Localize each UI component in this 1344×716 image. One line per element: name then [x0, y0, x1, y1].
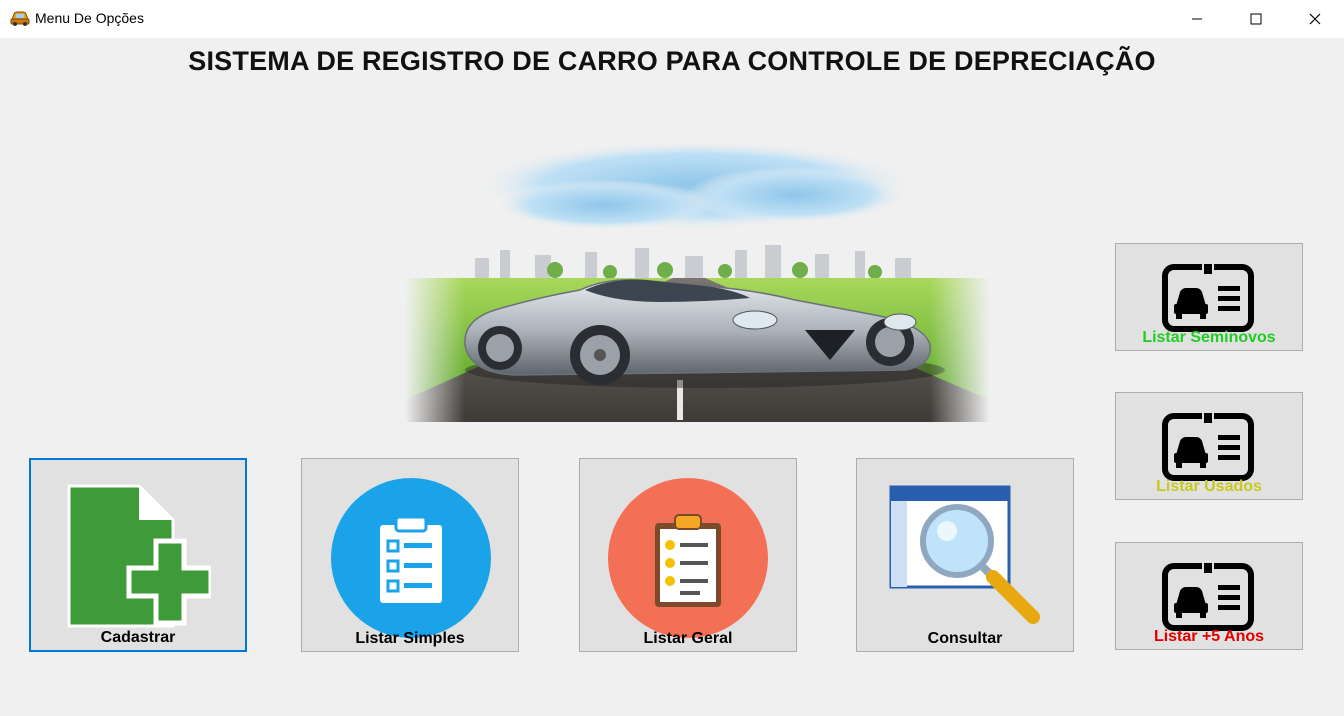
cadastrar-button[interactable]: Cadastrar	[29, 458, 247, 652]
car-app-icon	[10, 11, 30, 26]
window-title: Menu De Opções	[35, 10, 144, 26]
magnifier-window-icon	[889, 485, 1040, 624]
consultar-label: Consultar	[927, 630, 1003, 647]
checklist-icon	[608, 478, 768, 638]
car-id-card-icon	[1162, 264, 1254, 332]
close-icon	[1309, 13, 1321, 25]
listar-simples-button[interactable]: Listar Simples	[301, 458, 519, 652]
car-id-card-icon	[1162, 413, 1254, 481]
listar-geral-button[interactable]: Listar Geral	[579, 458, 797, 652]
close-button[interactable]	[1286, 0, 1344, 38]
car-hero-image	[405, 140, 990, 422]
listar-geral-label: Listar Geral	[643, 630, 733, 647]
car-id-card-icon	[1162, 563, 1254, 631]
minimize-button[interactable]	[1168, 0, 1226, 38]
title-bar: Menu De Opções	[0, 0, 1344, 38]
page-title: SISTEMA DE REGISTRO DE CARRO PARA CONTRO…	[188, 46, 1156, 76]
listar-usados-button[interactable]: Listar Usados	[1115, 392, 1303, 500]
listar-seminovos-label: Listar Seminovos	[1142, 329, 1276, 346]
maximize-icon	[1250, 13, 1262, 25]
consultar-button[interactable]: Consultar	[856, 458, 1074, 652]
listar-5anos-label: Listar +5 Anos	[1153, 628, 1265, 645]
cadastrar-label: Cadastrar	[100, 629, 176, 646]
listar-simples-label: Listar Simples	[355, 630, 465, 647]
listar-seminovos-button[interactable]: Listar Seminovos	[1115, 243, 1303, 351]
listar-5anos-button[interactable]: Listar +5 Anos	[1115, 542, 1303, 650]
clipboard-list-icon	[331, 478, 491, 638]
listar-usados-label: Listar Usados	[1156, 478, 1262, 495]
minimize-icon	[1192, 18, 1202, 20]
maximize-button[interactable]	[1227, 0, 1285, 38]
add-document-icon	[67, 484, 211, 628]
